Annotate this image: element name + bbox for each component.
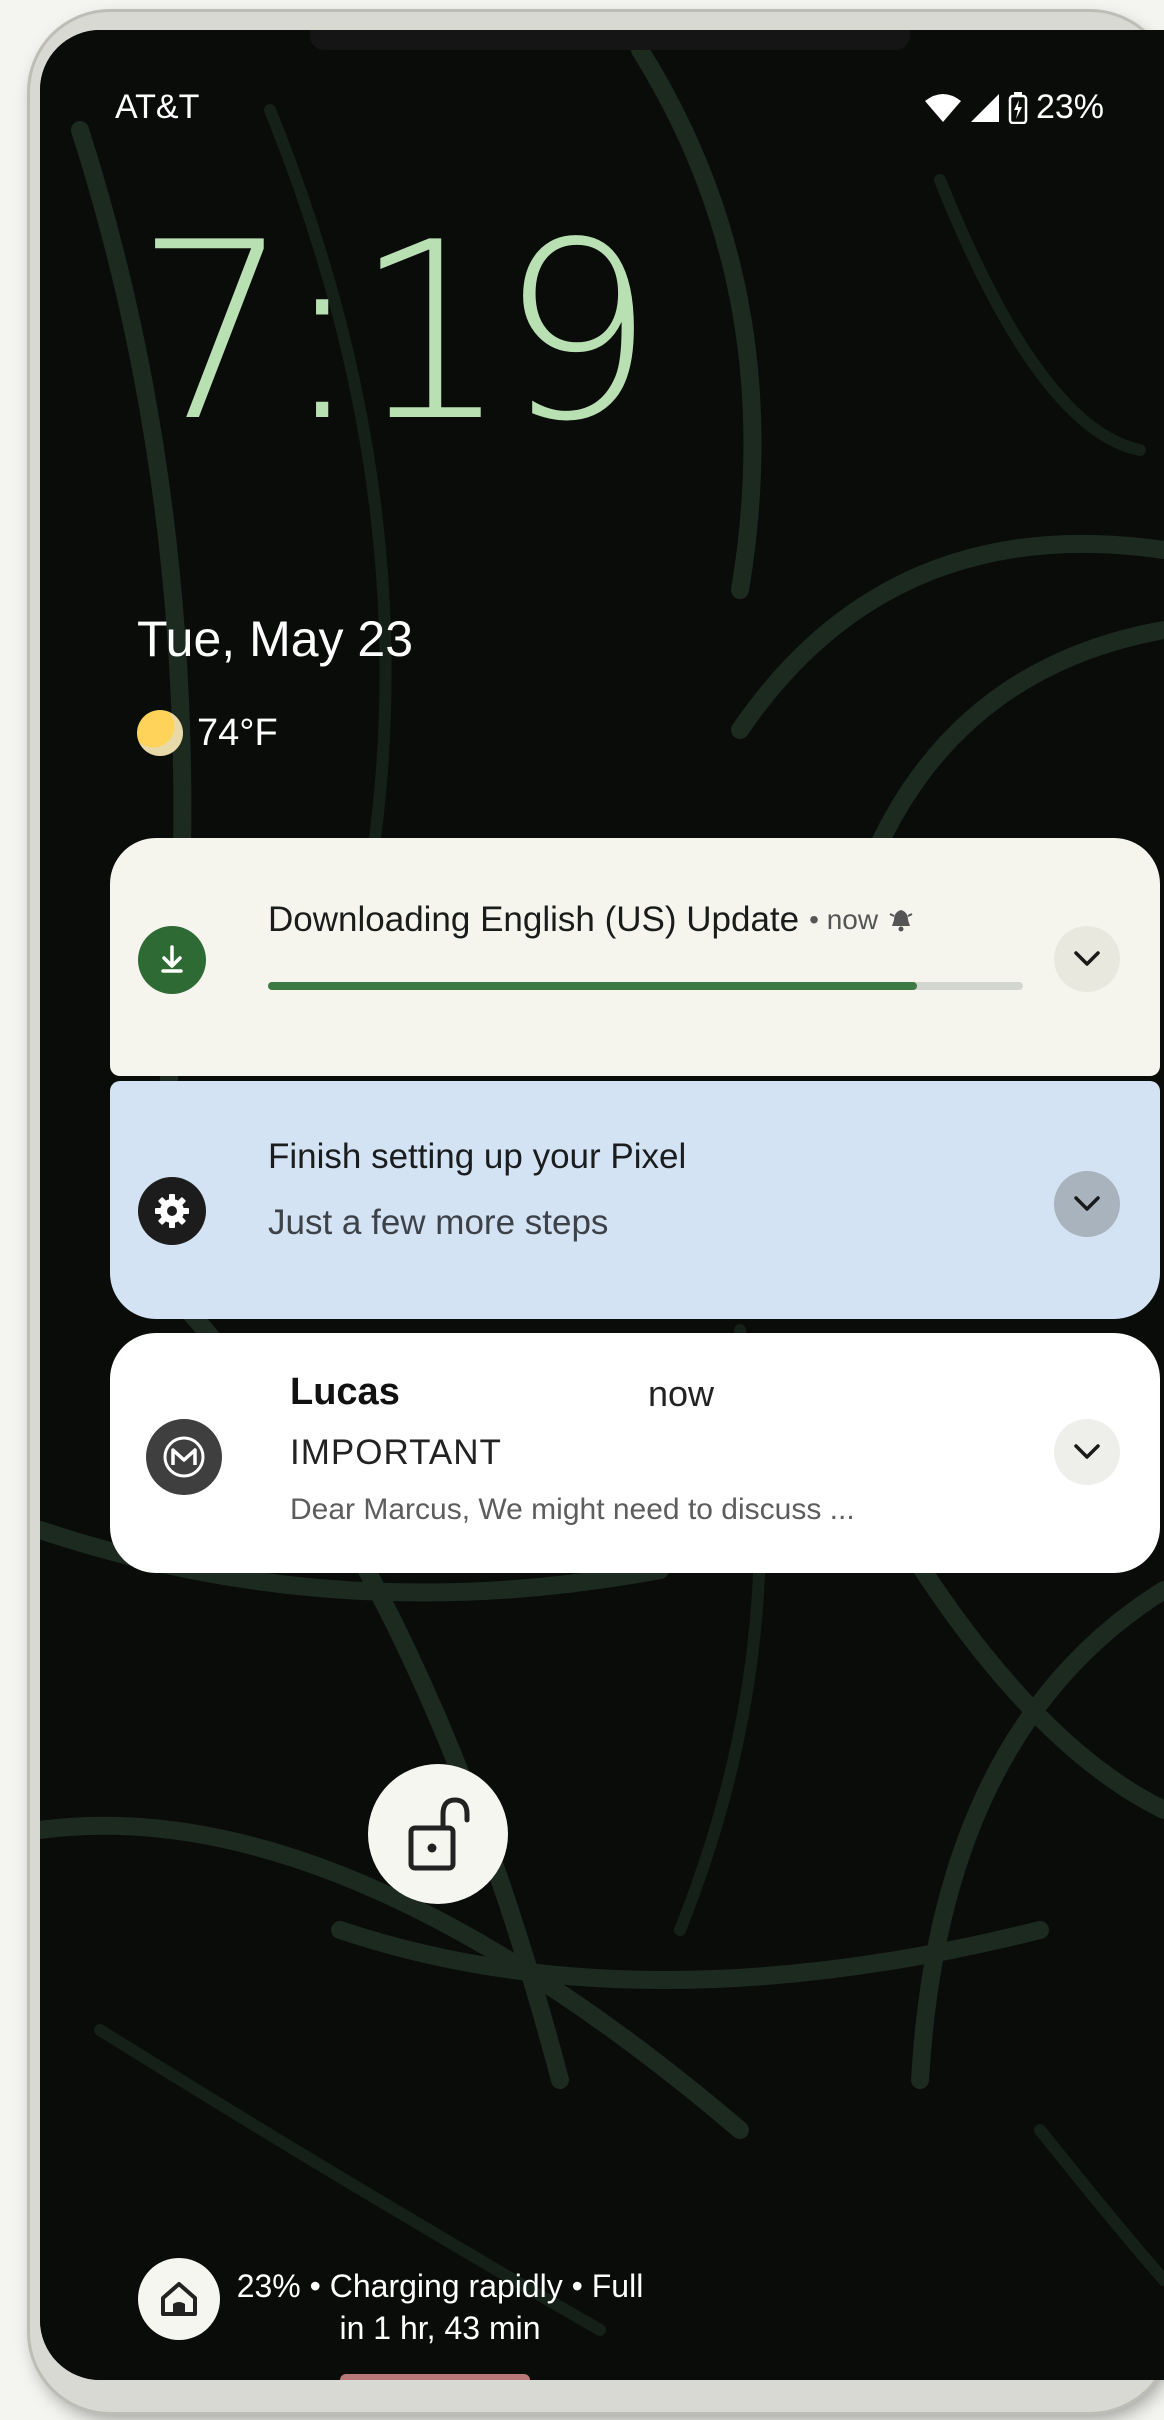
download-progress-fill: [268, 982, 918, 990]
chevron-down-icon: [1074, 951, 1100, 966]
notification-subtitle: Just a few more steps: [268, 1203, 609, 1242]
notification-setup-pixel[interactable]: Finish setting up your Pixel Just a few …: [110, 1081, 1160, 1319]
gesture-handle[interactable]: [340, 2374, 530, 2380]
expand-button[interactable]: [1054, 1171, 1120, 1237]
chevron-down-icon: [1074, 1196, 1100, 1211]
lock-date: Tue, May 23: [137, 611, 414, 667]
unlock-button[interactable]: [368, 1764, 508, 1904]
temperature: 74°F: [197, 711, 278, 754]
download-progress-bar: [268, 982, 1023, 990]
email-preview: Dear Marcus, We might need to discuss ..…: [290, 1493, 855, 1526]
chevron-down-icon: [1074, 1444, 1100, 1459]
notification-title: Downloading English (US) Update: [268, 900, 800, 939]
notification-title-row: Downloading English (US) Update • now: [268, 900, 914, 940]
notification-email-lucas[interactable]: Lucas now IMPORTANT Dear Marcus, We migh…: [110, 1333, 1160, 1573]
home-shortcut-button[interactable]: [138, 2258, 220, 2340]
lock-clock: 7:19: [135, 190, 655, 475]
expand-button[interactable]: [1054, 1419, 1120, 1485]
camera-notch: [310, 30, 910, 50]
signal-icon: [970, 93, 999, 122]
unlocked-padlock-icon: [408, 1797, 470, 1871]
lock-screen: AT&T 23% 7:19 Tue, May 23 74°F Downloadi…: [40, 30, 1164, 2380]
carrier-label: AT&T: [115, 88, 200, 126]
download-icon: [138, 926, 206, 994]
partly-sunny-icon: [137, 710, 183, 756]
notification-download-update[interactable]: Downloading English (US) Update • now: [110, 838, 1160, 1076]
home-icon: [161, 2282, 197, 2316]
battery-percent: 23%: [1035, 88, 1104, 126]
status-icons: 23%: [924, 88, 1104, 127]
charging-status: 23% • Charging rapidly • Full in 1 hr, 4…: [236, 2268, 644, 2346]
gmail-icon: [146, 1419, 222, 1495]
notification-title: Finish setting up your Pixel: [268, 1137, 687, 1176]
notification-time: • now: [809, 904, 879, 935]
status-bar: AT&T 23%: [115, 88, 1104, 138]
email-subject: IMPORTANT: [290, 1433, 502, 1472]
weather-summary: 74°F: [137, 710, 278, 756]
gear-icon: [138, 1177, 206, 1245]
email-time: now: [648, 1373, 715, 1414]
email-sender: Lucas: [290, 1371, 400, 1413]
alert-bell-icon: [889, 910, 913, 932]
wifi-icon: [924, 93, 961, 122]
battery-charging-icon: [1008, 91, 1028, 124]
expand-button[interactable]: [1054, 926, 1120, 992]
